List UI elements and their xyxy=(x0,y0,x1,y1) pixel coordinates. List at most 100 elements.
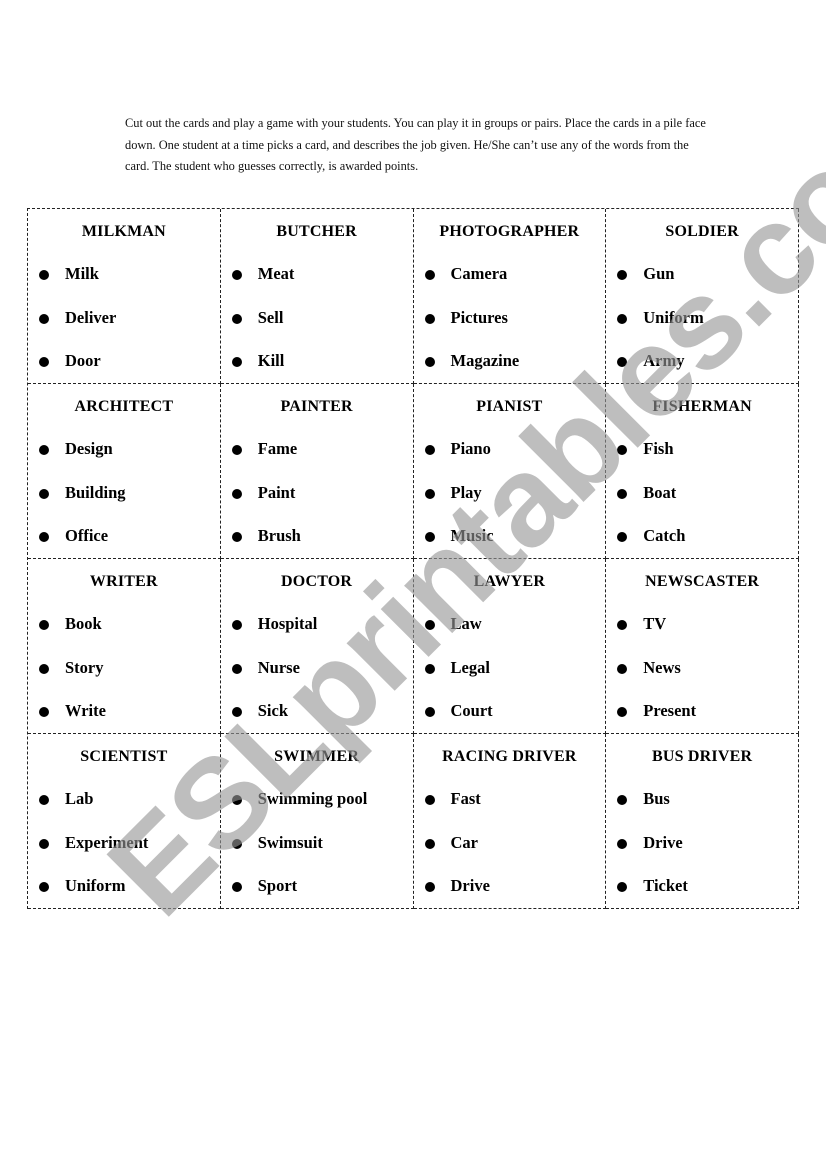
taboo-word: News xyxy=(643,657,681,677)
job-title: PHOTOGRAPHER xyxy=(439,223,580,240)
taboo-word-list: Hospital Nurse Sick xyxy=(221,614,413,745)
taboo-word: Sell xyxy=(257,307,284,327)
bullet-icon xyxy=(424,795,435,805)
job-card: BUTCHER Meat Sell Kill xyxy=(220,209,414,384)
job-title: MILKMAN xyxy=(81,223,166,240)
taboo-word-list: Lab Experiment Uniform xyxy=(28,789,220,920)
taboo-word-list: Bus Drive Ticket xyxy=(606,789,798,920)
job-card: PHOTOGRAPHER Camera Pictures Magazine xyxy=(413,209,607,384)
taboo-word: Swimsuit xyxy=(257,832,323,852)
taboo-word-list: Fast Car Drive xyxy=(414,789,606,920)
taboo-word-item: Building xyxy=(28,483,220,527)
bullet-icon xyxy=(231,620,242,630)
bullet-icon xyxy=(617,488,628,499)
bullet-icon xyxy=(231,313,242,324)
taboo-word-list: Camera Pictures Magazine xyxy=(414,264,606,395)
bullet-icon xyxy=(39,795,49,805)
taboo-word: Design xyxy=(65,439,113,458)
taboo-word-item: Hospital xyxy=(221,614,413,658)
bullet-icon xyxy=(617,270,628,280)
bullet-icon xyxy=(231,663,242,674)
taboo-word-list: Design Building Office xyxy=(28,439,220,570)
taboo-word: Law xyxy=(450,614,482,633)
taboo-word-list: Fish Boat Catch xyxy=(606,439,798,570)
bullet-icon xyxy=(39,313,49,324)
taboo-word-item: Uniform xyxy=(606,308,798,352)
taboo-word: Fame xyxy=(257,439,298,458)
taboo-word-item: Piano xyxy=(414,439,606,483)
bullet-icon xyxy=(424,620,435,630)
taboo-word: Fast xyxy=(450,789,481,808)
bullet-icon xyxy=(617,313,628,324)
job-title: PIANIST xyxy=(476,398,543,415)
bullet-icon xyxy=(617,838,628,849)
bullet-icon xyxy=(424,707,435,717)
taboo-word: Swimming pool xyxy=(257,789,368,808)
bullet-icon xyxy=(231,707,242,717)
bullet-icon xyxy=(39,357,49,367)
bullet-icon xyxy=(39,532,49,542)
taboo-word-item: Car xyxy=(414,833,606,877)
taboo-word-item: Design xyxy=(28,439,220,483)
job-title: SOLDIER xyxy=(665,223,739,240)
taboo-word-item: Fame xyxy=(221,439,413,483)
taboo-word-item: Gun xyxy=(606,264,798,308)
taboo-word: Piano xyxy=(450,439,491,458)
bullet-icon xyxy=(231,270,242,280)
taboo-word-item: Nurse xyxy=(221,658,413,702)
taboo-word-item: Fish xyxy=(606,439,798,483)
taboo-word: Bus xyxy=(643,789,670,808)
bullet-icon xyxy=(39,882,49,892)
job-card: SCIENTIST Lab Experiment Uniform xyxy=(28,734,221,909)
instructions-text: Cut out the cards and play a game with y… xyxy=(125,116,706,174)
bullet-icon xyxy=(231,445,242,455)
bullet-icon xyxy=(231,357,242,367)
taboo-word-list: TV News Present xyxy=(606,614,798,745)
taboo-word-item: Ticket xyxy=(606,876,798,920)
taboo-word: Music xyxy=(450,526,494,545)
bullet-icon xyxy=(424,488,435,499)
taboo-word: Brush xyxy=(257,526,301,545)
bullet-icon xyxy=(617,707,628,717)
taboo-word: Pictures xyxy=(450,307,508,327)
taboo-word-item: Fast xyxy=(414,789,606,833)
taboo-word-item: Law xyxy=(414,614,606,658)
taboo-word: Paint xyxy=(257,482,296,502)
taboo-word: Nurse xyxy=(257,657,300,677)
bullet-icon xyxy=(424,270,435,280)
bullet-icon xyxy=(617,882,628,892)
job-card: LAWYER Law Legal Court xyxy=(413,559,607,734)
bullet-icon xyxy=(617,620,628,630)
bullet-icon xyxy=(231,795,242,805)
taboo-word: Boat xyxy=(643,482,677,502)
bullet-icon xyxy=(231,532,242,542)
bullet-icon xyxy=(617,663,628,674)
taboo-word: Camera xyxy=(450,264,508,283)
taboo-word: Building xyxy=(65,482,126,502)
taboo-word: Car xyxy=(450,832,479,852)
taboo-word: Sick xyxy=(257,701,289,720)
bullet-icon xyxy=(39,620,49,630)
taboo-word: Kill xyxy=(257,351,285,370)
taboo-word: Deliver xyxy=(65,307,117,327)
taboo-word: Experiment xyxy=(65,832,149,852)
bullet-icon xyxy=(424,882,435,892)
job-card: NEWSCASTER TV News Present xyxy=(606,559,799,734)
bullet-icon xyxy=(424,357,435,367)
bullet-icon xyxy=(231,882,242,892)
taboo-word: Lab xyxy=(65,789,94,808)
taboo-word-item: Sport xyxy=(221,876,413,920)
bullet-icon xyxy=(424,532,435,542)
bullet-icon xyxy=(617,532,628,542)
job-cards-grid: MILKMAN Milk Deliver Door BUTCHER Meat Sell Kil… xyxy=(27,208,799,909)
bullet-icon xyxy=(424,663,435,674)
taboo-word: Gun xyxy=(643,264,675,283)
bullet-icon xyxy=(39,488,49,499)
taboo-word-list: Swimming pool Swimsuit Sport xyxy=(221,789,413,920)
bullet-icon xyxy=(39,707,49,717)
bullet-icon xyxy=(39,270,49,280)
bullet-icon xyxy=(39,663,49,674)
taboo-word: Legal xyxy=(450,657,490,677)
job-card: PAINTER Fame Paint Brush xyxy=(220,384,414,559)
taboo-word: Sport xyxy=(257,876,298,895)
